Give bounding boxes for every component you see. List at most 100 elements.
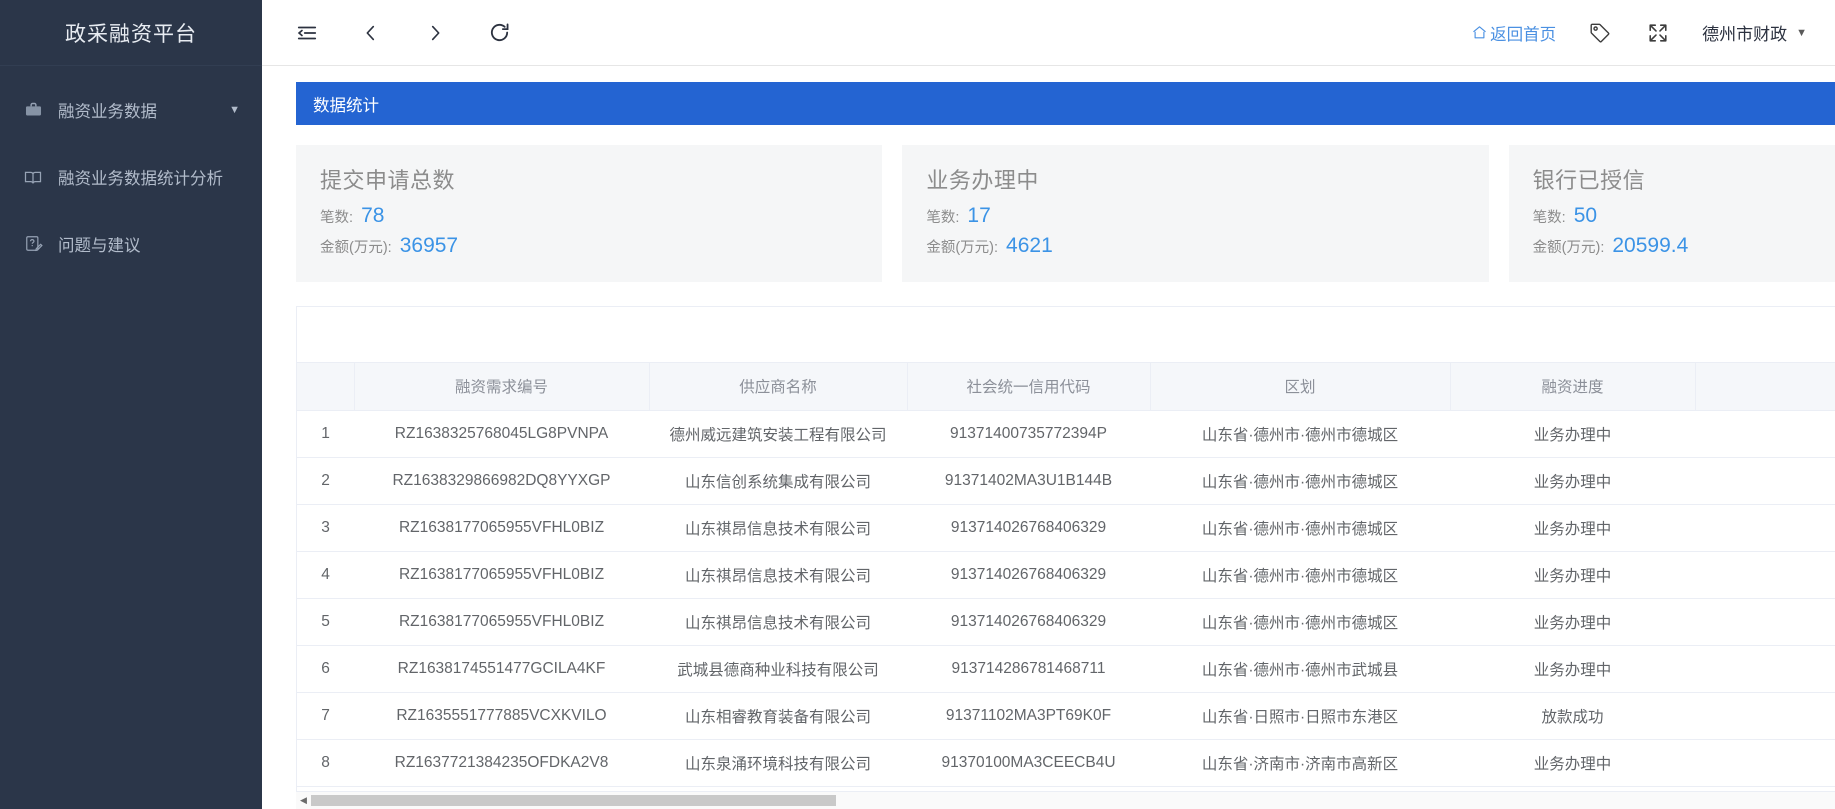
stat-amount-label: 金额(万元): — [320, 240, 392, 256]
sidebar-item-financing-business-data[interactable]: 融资业务数据 ▼ — [0, 76, 262, 143]
cell-supplier-name: 德州威远建筑安装工程有限公司 — [649, 410, 907, 458]
cell-region: 山东省·日照市·日照市东港区 — [1150, 692, 1450, 740]
table-row[interactable]: 8 RZ1637721384235OFDKA2V8 山东泉涌环境科技有限公司 9137… — [297, 739, 1835, 787]
cell-financing-request-no: RZ1637721384235OFDKA2V8 — [354, 739, 649, 787]
horizontal-scroll-track[interactable] — [311, 795, 1835, 806]
table-row[interactable]: 4 RZ1638177065955VFHL0BIZ 山东祺昂信息技术有限公司 9137… — [297, 551, 1835, 599]
cell-supplier-name: 山东祺昂信息技术有限公司 — [649, 551, 907, 599]
cell-financing-progress: 业务办理中 — [1450, 786, 1695, 791]
cell-supplier-name: 山东相睿教育装备有限公司 — [649, 692, 907, 740]
th-financing-request-no: 融资需求编号 — [354, 363, 650, 411]
edit-document-icon — [22, 233, 44, 255]
th-region: 区划 — [1150, 363, 1451, 411]
brand-title: 政采融资平台 — [0, 0, 262, 66]
cell-supplier-extra — [1695, 457, 1835, 505]
table-row[interactable]: 7 RZ1635551777885VCXKVILO 山东相睿教育装备有限公司 9137… — [297, 692, 1835, 740]
panel-title: 数据统计 — [313, 96, 379, 115]
cell-supplier-extra — [1695, 645, 1835, 693]
cell-financing-progress: 业务办理中 — [1450, 645, 1695, 693]
stat-count-label: 笔数: — [1532, 210, 1566, 226]
data-table-block: 导出 融资需求编号 供应商 — [296, 306, 1835, 791]
sidebar-item-label: 融资业务数据 — [58, 102, 157, 121]
stat-card-title: 提交申请总数 — [320, 168, 456, 193]
sidebar-item-questions-suggestions[interactable]: 问题与建议 — [0, 210, 262, 277]
user-account-menu[interactable]: 德州市财政 ▼ — [1702, 20, 1811, 45]
cell-supplier-name: 武城县德商种业科技有限公司 — [649, 645, 907, 693]
th-index — [297, 363, 355, 411]
cell-supplier-name: 山东信创系统集成有限公司 — [649, 457, 907, 505]
table-row[interactable]: 6 RZ1638174551477GCILA4KF 武城县德商种业科技有限公司 913… — [297, 645, 1835, 693]
stat-amount-line: 金额(万元): 20599.4 — [1533, 232, 1835, 262]
th-supplier-name: 供应商名称 — [649, 363, 908, 411]
stat-amount-line: 金额(万元): 4621 — [926, 232, 1464, 262]
chevron-down-icon: ▼ — [1796, 26, 1807, 39]
cell-index: 1 — [297, 410, 354, 458]
cell-index: 3 — [297, 504, 354, 552]
menu-collapse-icon[interactable] — [292, 18, 322, 48]
stat-count-value: 50 — [1573, 204, 1598, 227]
back-icon[interactable] — [356, 18, 386, 48]
horizontal-scroll-thumb[interactable] — [311, 795, 836, 806]
cell-credit-code: 913714026768406329 — [907, 504, 1150, 552]
table-horizontal-scrollbar[interactable]: ◀ ▶ — [296, 791, 1835, 809]
stat-count-line: 笔数: 50 — [1533, 202, 1835, 232]
cell-financing-progress: 业务办理中 — [1450, 739, 1695, 787]
table-scroll-viewport: 融资需求编号 供应商名称 社会统一信用代码 区划 融资进度 供应商 1RZ163… — [297, 362, 1835, 791]
forward-icon[interactable] — [420, 18, 450, 48]
cell-supplier-extra — [1695, 410, 1835, 458]
table-row[interactable]: 3 RZ1638177065955VFHL0BIZ 山东祺昂信息技术有限公司 9137… — [297, 504, 1835, 552]
briefcase-icon — [22, 99, 44, 121]
cell-financing-progress: 放款成功 — [1450, 692, 1695, 740]
stat-amount-line: 金额(万元): 36957 — [320, 232, 858, 262]
cell-financing-progress: 业务办理中 — [1450, 551, 1695, 599]
cell-region: 山东省·德州市·德州市德城区 — [1150, 598, 1450, 646]
stat-count-label: 笔数: — [926, 210, 960, 226]
stat-card-title: 业务办理中 — [926, 168, 1039, 193]
tag-icon[interactable] — [1586, 19, 1614, 47]
cell-financing-request-no: RZ1637715284851BGOEPMXJ — [354, 786, 649, 791]
cell-financing-progress: 业务办理中 — [1450, 504, 1695, 552]
table-header-row: 融资需求编号 供应商名称 社会统一信用代码 区划 融资进度 供应商 — [297, 363, 1835, 411]
stat-card-in-process: 业务办理中 笔数: 17 金额(万元): 4621 — [902, 145, 1489, 282]
cell-index: 2 — [297, 457, 354, 505]
cell-index: 9 — [297, 786, 354, 791]
financing-data-table: 融资需求编号 供应商名称 社会统一信用代码 区划 融资进度 供应商 1RZ163… — [297, 363, 1835, 791]
table-row[interactable]: 1 RZ1638325768045LG8PVNPA 德州威远建筑安装工程有限公司 91… — [297, 410, 1835, 458]
cell-region: 山东省·德州市·德州市德城区 — [1150, 551, 1450, 599]
th-supplier-extra: 供应商 — [1695, 363, 1835, 411]
refresh-icon[interactable] — [484, 18, 514, 48]
table-row[interactable]: 5 RZ1638177065955VFHL0BIZ 山东祺昂信息技术有限公司 9137… — [297, 598, 1835, 646]
sidebar-item-label: 融资业务数据统计分析 — [58, 169, 223, 188]
cell-financing-request-no: RZ1638177065955VFHL0BIZ — [354, 598, 649, 646]
cell-index: 6 — [297, 645, 354, 693]
fullscreen-icon[interactable] — [1644, 19, 1672, 47]
th-financing-progress: 融资进度 — [1450, 363, 1696, 411]
panel-body: 提交申请总数 笔数: 78 金额(万元): 36957 业务办理中 笔数: 17… — [296, 125, 1835, 809]
cell-credit-code: 913714026768406329 — [907, 598, 1150, 646]
cell-financing-request-no: RZ1635551777885VCXKVILO — [354, 692, 649, 740]
cell-supplier-name: 齐河县扬天商贸有限公司 — [649, 786, 907, 791]
cell-financing-request-no: RZ1638177065955VFHL0BIZ — [354, 504, 649, 552]
scroll-left-arrow-icon[interactable]: ◀ — [296, 795, 311, 806]
toolbar-right-group: 返回首页 德州市财政 ▼ — [1471, 19, 1811, 47]
table-row[interactable]: 9RZ1637715284851BGOEPMXJ齐河县扬天商贸有限公司91371… — [297, 786, 1835, 791]
panel-title-bar: 数据统计 — [296, 82, 1835, 125]
table-body: 1 RZ1638325768045LG8PVNPA 德州威远建筑安装工程有限公司 91… — [297, 410, 1835, 791]
cell-supplier-name: 山东祺昂信息技术有限公司 — [649, 598, 907, 646]
sidebar-item-financing-statistics-analysis[interactable]: 融资业务数据统计分析 — [0, 143, 262, 210]
cell-region: 山东省·德州市·德州市德城区 — [1150, 504, 1450, 552]
stat-count-label: 笔数: — [320, 210, 354, 226]
stat-card-total-applications: 提交申请总数 笔数: 78 金额(万元): 36957 — [296, 145, 883, 282]
cell-credit-code: 913714286781468711 — [907, 645, 1150, 693]
cell-financing-request-no: RZ1638329866982DQ8YYXGP — [354, 457, 649, 505]
content-area: 数据统计 提交申请总数 笔数: 78 金额(万元): 36957 业务办理中 笔… — [262, 66, 1835, 809]
stat-amount-label: 金额(万元): — [1532, 240, 1605, 256]
back-to-home-link[interactable]: 返回首页 — [1471, 21, 1556, 45]
th-credit-code: 社会统一信用代码 — [907, 363, 1151, 411]
home-icon — [1471, 24, 1488, 41]
cell-credit-code: 91370100MA3CEECB4U — [907, 739, 1150, 787]
book-icon — [22, 166, 44, 188]
table-row[interactable]: 2 RZ1638329866982DQ8YYXGP 山东信创系统集成有限公司 9137… — [297, 457, 1835, 505]
cell-credit-code: 91371102MA3PT69K0F — [907, 692, 1150, 740]
sidebar: 政采融资平台 融资业务数据 ▼ 融资业务数据统计分析 问题与建议 — [0, 0, 262, 809]
